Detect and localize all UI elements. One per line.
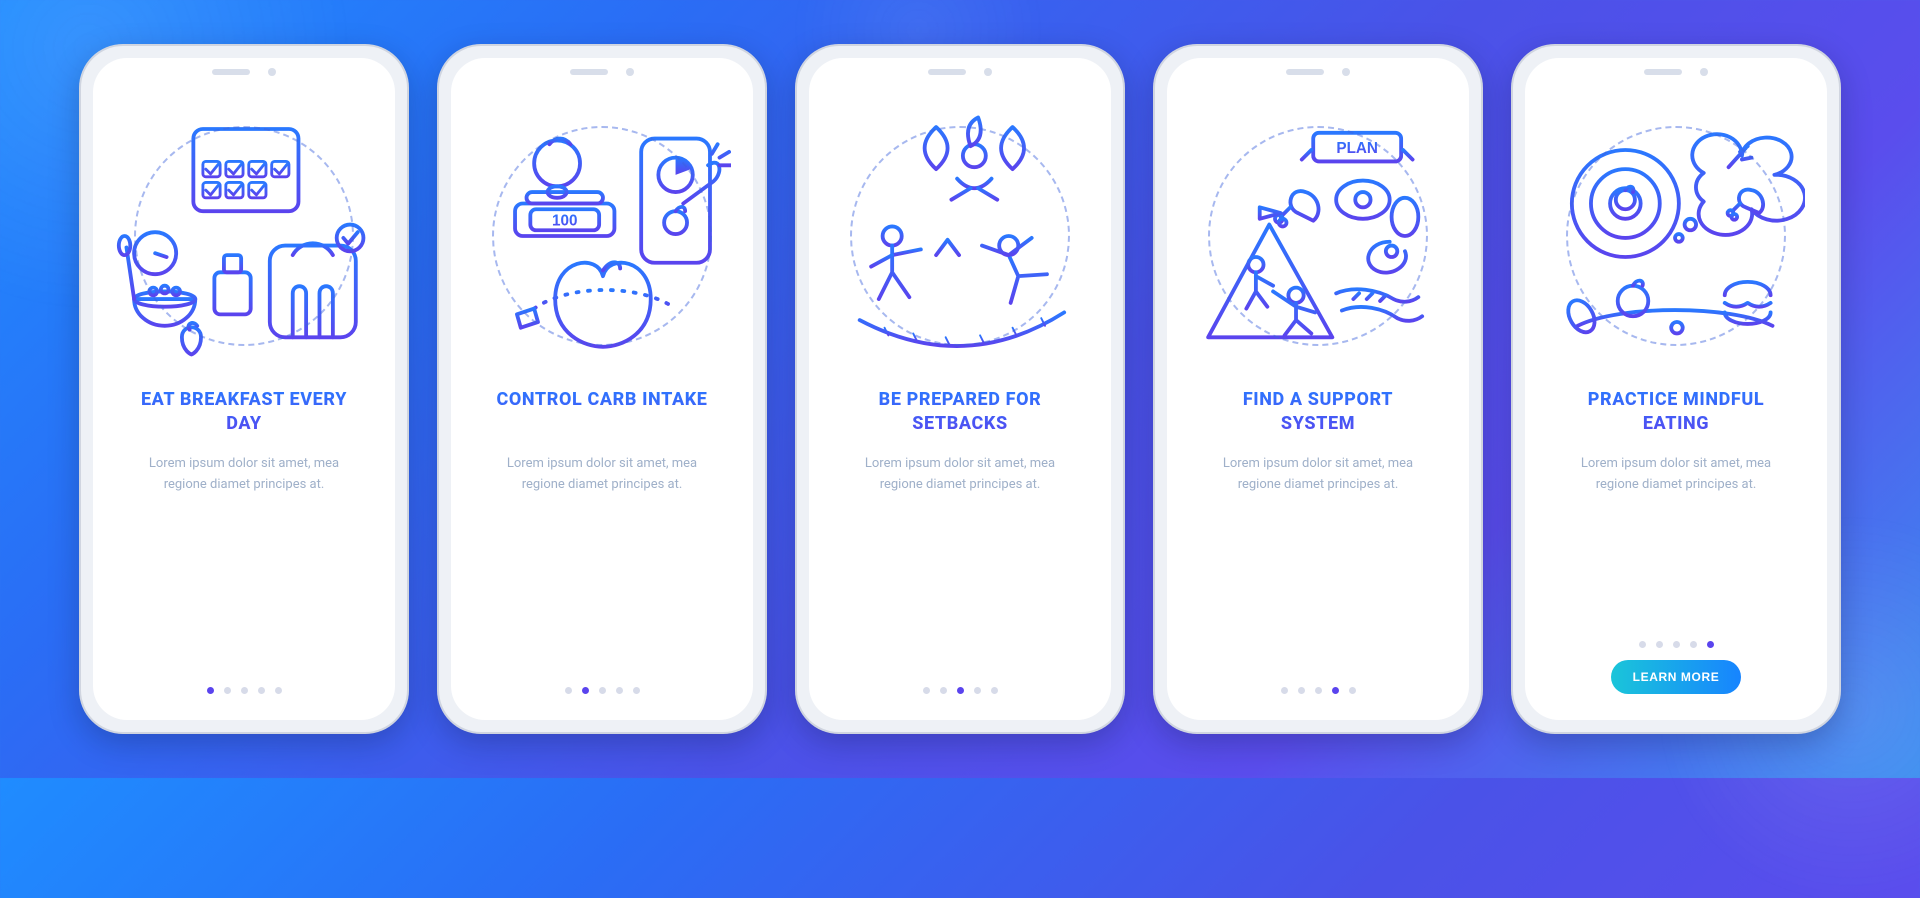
slide-illustration: 100 — [473, 96, 731, 376]
pagination-dot[interactable] — [1673, 641, 1680, 648]
slide-title: BE PREPARED FOR SETBACKS — [831, 388, 1089, 440]
dashed-ring-icon — [134, 126, 354, 346]
slide-description: Lorem ipsum dolor sit amet, mea regione … — [831, 454, 1089, 518]
dashed-ring-icon — [1566, 126, 1786, 346]
pagination-dots — [1281, 687, 1356, 694]
pagination-dot[interactable] — [275, 687, 282, 694]
phone-screen: 100 CONTRO — [451, 58, 753, 720]
pagination-dot[interactable] — [1690, 641, 1697, 648]
dashed-ring-icon — [850, 126, 1070, 346]
pagination-dot[interactable] — [1298, 687, 1305, 694]
slide-description: Lorem ipsum dolor sit amet, mea regione … — [1547, 454, 1805, 518]
phone-notch — [1644, 66, 1708, 78]
learn-more-button[interactable]: LEARN MORE — [1611, 660, 1742, 694]
pagination-dot[interactable] — [1281, 687, 1288, 694]
pagination-dot[interactable] — [1656, 641, 1663, 648]
pagination-dot[interactable] — [940, 687, 947, 694]
pagination-dot[interactable] — [565, 687, 572, 694]
pagination-dot[interactable] — [974, 687, 981, 694]
pagination-dot[interactable] — [1707, 641, 1714, 648]
slide-footer — [115, 687, 373, 704]
pagination-dots — [207, 687, 282, 694]
phone-notch — [212, 66, 276, 78]
pagination-dot[interactable] — [991, 687, 998, 694]
slide-footer — [1189, 687, 1447, 704]
pagination-dot[interactable] — [207, 687, 214, 694]
phone-screen: EAT BREAKFAST EVERY DAY Lorem ipsum dolo… — [93, 58, 395, 720]
phone-notch — [570, 66, 634, 78]
slide-description: Lorem ipsum dolor sit amet, mea regione … — [473, 454, 731, 518]
phone-frame: 100 CONTRO — [437, 44, 767, 734]
phone-frame: PLAN — [1153, 44, 1483, 734]
pagination-dot[interactable] — [923, 687, 930, 694]
phone-frame: PRACTICE MINDFUL EATING Lorem ipsum dolo… — [1511, 44, 1841, 734]
slide-title: CONTROL CARB INTAKE — [478, 388, 725, 440]
slide-description: Lorem ipsum dolor sit amet, mea regione … — [115, 454, 373, 518]
pagination-dot[interactable] — [1349, 687, 1356, 694]
slide-illustration — [115, 96, 373, 376]
pagination-dots — [565, 687, 640, 694]
pagination-dot[interactable] — [1639, 641, 1646, 648]
pagination-dot[interactable] — [241, 687, 248, 694]
phone-screen: BE PREPARED FOR SETBACKS Lorem ipsum dol… — [809, 58, 1111, 720]
slide-description: Lorem ipsum dolor sit amet, mea regione … — [1189, 454, 1447, 518]
phone-notch — [1286, 66, 1350, 78]
pagination-dot[interactable] — [224, 687, 231, 694]
slide-title: PRACTICE MINDFUL EATING — [1547, 388, 1805, 440]
pagination-dot[interactable] — [599, 687, 606, 694]
pagination-dot[interactable] — [1332, 687, 1339, 694]
pagination-dot[interactable] — [582, 687, 589, 694]
slide-footer: LEARN MORE — [1547, 641, 1805, 704]
phone-screen: PLAN — [1167, 58, 1469, 720]
dashed-ring-icon — [1208, 126, 1428, 346]
pagination-dot[interactable] — [616, 687, 623, 694]
phone-screen: PRACTICE MINDFUL EATING Lorem ipsum dolo… — [1525, 58, 1827, 720]
slide-illustration — [831, 96, 1089, 376]
slide-title: EAT BREAKFAST EVERY DAY — [115, 388, 373, 440]
pagination-dot[interactable] — [633, 687, 640, 694]
slide-footer — [831, 687, 1089, 704]
slide-illustration: PLAN — [1189, 96, 1447, 376]
slide-illustration — [1547, 96, 1805, 376]
onboarding-carousel: EAT BREAKFAST EVERY DAY Lorem ipsum dolo… — [0, 0, 1920, 778]
pagination-dot[interactable] — [258, 687, 265, 694]
pagination-dot[interactable] — [957, 687, 964, 694]
phone-frame: BE PREPARED FOR SETBACKS Lorem ipsum dol… — [795, 44, 1125, 734]
phone-notch — [928, 66, 992, 78]
pagination-dot[interactable] — [1315, 687, 1322, 694]
pagination-dots — [923, 687, 998, 694]
phone-frame: EAT BREAKFAST EVERY DAY Lorem ipsum dolo… — [79, 44, 409, 734]
pagination-dots — [1639, 641, 1714, 648]
slide-title: FIND A SUPPORT SYSTEM — [1189, 388, 1447, 440]
dashed-ring-icon — [492, 126, 712, 346]
slide-footer — [473, 687, 731, 704]
